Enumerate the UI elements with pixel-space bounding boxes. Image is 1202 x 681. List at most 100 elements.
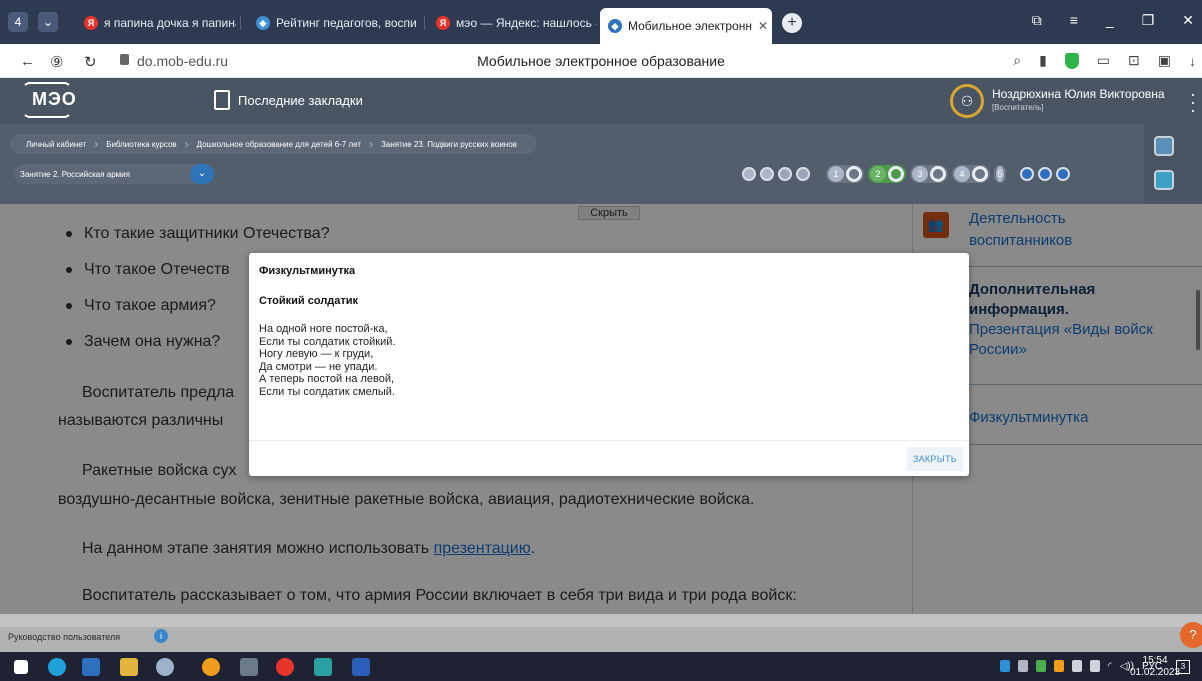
tab-yandex-music[interactable]: Я я папина дочка я папина — [76, 12, 236, 34]
word-icon[interactable] — [352, 658, 370, 676]
bookmark-outline-icon[interactable] — [214, 90, 230, 110]
info-icon[interactable]: i — [154, 629, 168, 643]
step-2[interactable]: 2 — [868, 165, 906, 183]
back-arrow-icon[interactable]: ← — [20, 53, 35, 70]
help-icon[interactable]: ? — [1180, 622, 1202, 648]
clock[interactable]: 15:54 01.02.2023 — [1130, 655, 1180, 679]
protect-shield-icon[interactable] — [1064, 52, 1079, 69]
step-5[interactable]: 5 — [994, 165, 1006, 183]
tab-label: мэо — Яндекс: нашлось 4 — [456, 16, 596, 30]
step-nav-dot[interactable] — [1056, 167, 1070, 181]
yandex-browser-taskbar-icon[interactable] — [276, 658, 294, 676]
extension-icon[interactable]: ▣ — [1158, 52, 1171, 69]
minimize-icon[interactable]: _ — [1106, 12, 1114, 29]
notes-button[interactable] — [1154, 136, 1174, 156]
bookmarks-panel-icon[interactable]: ⧉ — [1032, 12, 1042, 29]
lesson-select[interactable]: Занятие 2. Российская армия ⌄ — [14, 164, 214, 184]
url-field[interactable]: do.mob-edu.ru — [137, 53, 228, 69]
step-nav-dot[interactable] — [778, 167, 792, 181]
yandex-icon: Я — [84, 16, 98, 30]
store-icon[interactable] — [82, 658, 100, 676]
bookmark-icon[interactable]: ▮ — [1039, 52, 1047, 69]
yandex-browser-icon[interactable]: ⑨ — [50, 53, 63, 71]
tab-rating[interactable]: ◆ Рейтинг педагогов, воспи — [248, 12, 418, 34]
poem-line: Если ты солдатик стойкий. — [259, 335, 396, 348]
notifications-icon[interactable]: 3 — [1176, 660, 1190, 674]
calculator-icon[interactable] — [240, 658, 258, 676]
wifi-icon[interactable]: ◜ — [1108, 661, 1112, 672]
tab-list-chevron-icon[interactable]: ⌄ — [38, 12, 58, 32]
edge-icon[interactable] — [48, 658, 66, 676]
address-bar: ← ⑨ ↻ do.mob-edu.ru Мобильное электронно… — [0, 44, 1202, 78]
media-player-icon[interactable] — [314, 658, 332, 676]
file-explorer-icon[interactable] — [120, 658, 138, 676]
new-tab-button[interactable]: + — [782, 13, 802, 33]
tab-yandex-search[interactable]: Я мэо — Яндекс: нашлось 4 — [428, 12, 596, 34]
restore-icon[interactable]: ❐ — [1142, 12, 1155, 29]
usb-icon[interactable] — [1017, 660, 1028, 672]
step-nav-dot[interactable] — [1038, 167, 1052, 181]
poem-line: На одной ноге постой-ка, — [259, 323, 388, 335]
tab-label: я папина дочка я папина — [104, 16, 236, 30]
step-nav-dot[interactable] — [796, 167, 810, 181]
input-tray-icon[interactable] — [1071, 660, 1082, 672]
close-window-icon[interactable]: ✕ — [1182, 12, 1194, 29]
step-number: 3 — [912, 166, 928, 182]
user-avatar-icon[interactable]: ⚇ — [950, 84, 984, 118]
step-nav-dot[interactable] — [742, 167, 756, 181]
battery-icon[interactable]: ▭ — [1097, 52, 1110, 69]
step-nav-dot[interactable] — [760, 167, 774, 181]
tab-counter[interactable]: 4 — [8, 12, 28, 32]
step-number: 1 — [828, 166, 844, 182]
windows-taskbar: ◜ ◁)) РУС 15:54 01.02.2023 3 — [0, 652, 1202, 681]
breadcrumb-item[interactable]: Дошкольное образование для детей 6-7 лет — [189, 137, 374, 151]
horizontal-scrollbar[interactable] — [0, 614, 1202, 627]
poem-line: А теперь постой на левой, — [259, 373, 395, 385]
app-header: МЭО Последние закладки ⚇ Ноздрюхина Юлия… — [0, 78, 1202, 124]
lesson-steps: 1 2 3 4 5 — [742, 165, 1070, 183]
download-icon[interactable]: ↓ — [1189, 53, 1196, 69]
search-icon[interactable]: ⌕ — [1013, 52, 1021, 69]
dialog-title: Физкультминутка — [259, 265, 356, 277]
avast-icon[interactable] — [202, 658, 220, 676]
lock-icon — [120, 54, 129, 65]
page-footer: Руководство пользователя i — [0, 614, 1202, 652]
breadcrumb-item[interactable]: Занятие 23. Подвиги русских воинов — [373, 140, 529, 149]
menu-icon[interactable]: ≡ — [1070, 12, 1078, 29]
windows-start-icon[interactable] — [14, 660, 28, 674]
user-guide-link[interactable]: Руководство пользователя — [8, 632, 120, 642]
dialog-subtitle: Стойкий солдатик — [259, 295, 359, 307]
chevron-down-icon[interactable]: ⌄ — [190, 164, 214, 184]
reload-icon[interactable]: ↻ — [84, 53, 97, 71]
security-tray-icon[interactable] — [1035, 660, 1046, 672]
step-nav-dot[interactable] — [1020, 167, 1034, 181]
step-3[interactable]: 3 — [910, 165, 948, 183]
step-ring-icon — [972, 166, 988, 182]
breadcrumb-item[interactable]: Библиотека курсов — [98, 137, 189, 151]
step-1[interactable]: 1 — [826, 165, 864, 183]
course-navigation-panel: Личный кабинет Библиотека курсов Дошколь… — [0, 124, 1144, 204]
browser-tab-bar: 4 ⌄ Я я папина дочка я папина ◆ Рейтинг … — [0, 0, 1202, 44]
step-4[interactable]: 4 — [952, 165, 990, 183]
reader-icon[interactable]: ⊡ — [1128, 52, 1140, 69]
breadcrumb-item[interactable]: Личный кабинет — [18, 137, 98, 151]
step-number: 4 — [954, 166, 970, 182]
battery-tray-icon[interactable] — [1089, 660, 1100, 672]
step-ring-icon — [930, 166, 946, 182]
recent-bookmarks-link[interactable]: Последние закладки — [238, 93, 363, 108]
logo[interactable]: МЭО — [32, 89, 77, 110]
more-menu-icon[interactable]: · · · — [1190, 85, 1196, 119]
tab-separator — [424, 16, 425, 30]
physical-minute-dialog: Физкультминутка Стойкий солдатик На одно… — [249, 253, 969, 476]
user-name[interactable]: Ноздрюхина Юлия Викторовна — [992, 87, 1165, 101]
tab-meo-active[interactable]: ◆ Мобильное электронн ✕ — [600, 8, 772, 44]
chat-button[interactable] — [1154, 170, 1174, 190]
yandex-icon: Я — [436, 16, 450, 30]
tab-separator — [240, 16, 241, 30]
paint-icon[interactable] — [156, 658, 174, 676]
tab-label: Рейтинг педагогов, воспи — [276, 16, 417, 30]
network-tray-icon[interactable] — [999, 660, 1010, 672]
avast-tray-icon[interactable] — [1053, 660, 1064, 672]
close-button[interactable]: ЗАКРЫТЬ — [906, 447, 963, 471]
close-tab-icon[interactable]: ✕ — [758, 19, 768, 33]
